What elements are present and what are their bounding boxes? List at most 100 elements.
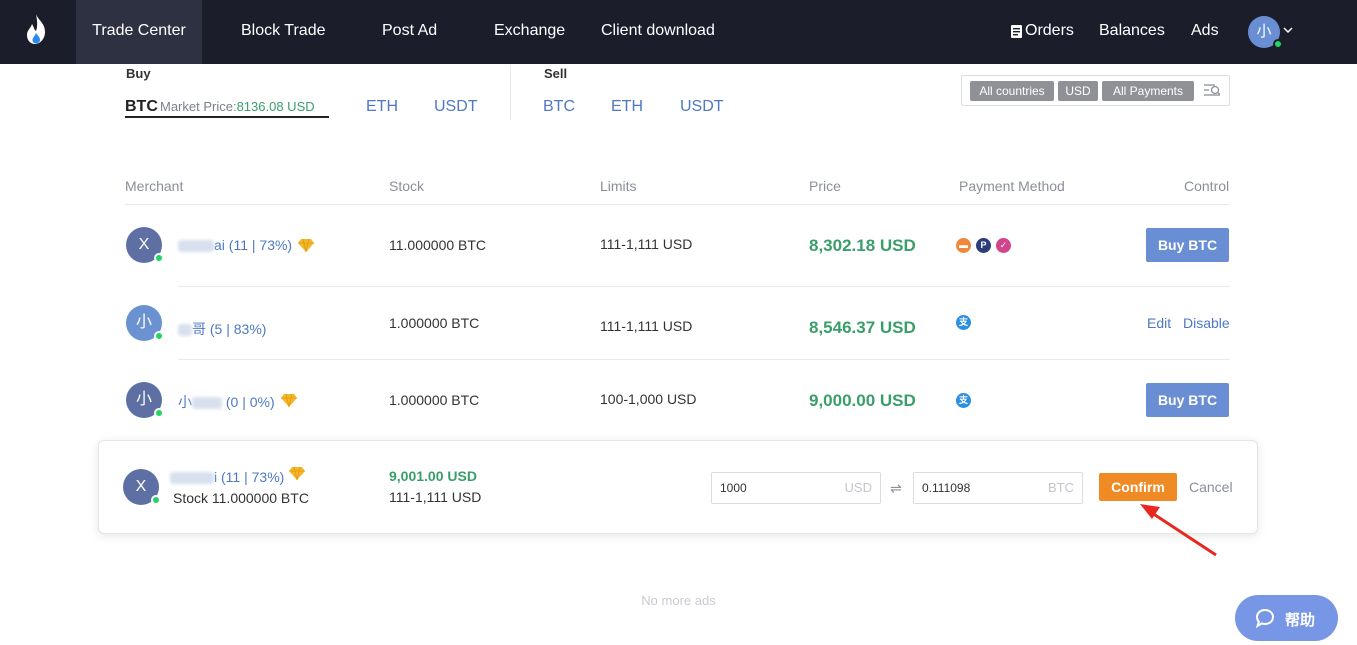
col-price: Price [809, 178, 841, 194]
diamond-icon [289, 466, 305, 480]
row-divider [178, 286, 1230, 287]
filter-payments[interactable]: All Payments [1102, 81, 1194, 101]
online-dot [154, 331, 164, 341]
nav-block-trade[interactable]: Block Trade [241, 0, 325, 64]
pink-pay-icon: ✓ [996, 238, 1011, 253]
merchant-name[interactable]: 哥 (5 | 83%) [178, 319, 266, 339]
top-nav: Trade Center Block Trade Post Ad Exchang… [0, 0, 1357, 64]
limits-value: 100-1,000 USD [600, 391, 697, 407]
merchant-stats: (11 | 73%) [228, 237, 293, 253]
nav-post-ad[interactable]: Post Ad [382, 0, 437, 64]
buy-btc-button[interactable]: Buy BTC [1146, 228, 1229, 262]
chevron-down-icon[interactable] [1282, 24, 1294, 36]
filter-country[interactable]: All countries [970, 81, 1054, 101]
tab-buy-eth[interactable]: ETH [366, 98, 398, 116]
merchant-avatar: X [126, 227, 164, 263]
sell-section-label: Sell [544, 66, 568, 81]
nav-balances[interactable]: Balances [1099, 0, 1165, 64]
nav-client-download[interactable]: Client download [601, 0, 715, 64]
limits-value: 111-1,111 USD [600, 236, 693, 252]
fiat-amount-value: 1000 [720, 481, 747, 495]
merchant-name[interactable]: 小 (0 | 0%) [178, 392, 275, 412]
bank-card-icon: ▬ [956, 238, 971, 253]
order-card [98, 440, 1258, 534]
header-divider [125, 204, 1230, 205]
limits-value: 111-1,111 USD [600, 318, 693, 334]
avatar-initial: X [135, 478, 147, 495]
tab-buy-btc[interactable]: BTC [125, 98, 158, 116]
merchant-name[interactable]: ai (11 | 73%) [178, 237, 292, 253]
search-filter-icon[interactable] [1203, 83, 1221, 99]
col-merchant: Merchant [125, 178, 184, 194]
buy-sell-divider [510, 66, 511, 120]
paypal-icon: P [976, 238, 991, 253]
online-dot [1273, 39, 1283, 49]
stock-value: 11.000000 BTC [389, 237, 487, 253]
market-price: Market Price:8136.08 USD [160, 99, 315, 114]
market-price-label: Market Price: [160, 99, 237, 114]
blurred-name [178, 324, 192, 337]
crypto-amount-input[interactable]: 0.111098 BTC [913, 472, 1083, 504]
cancel-button[interactable]: Cancel [1189, 479, 1233, 495]
tab-sell-usdt[interactable]: USDT [680, 98, 724, 116]
stock-value: 1.000000 BTC [389, 392, 480, 408]
buy-btc-button[interactable]: Buy BTC [1146, 383, 1229, 417]
merchant-stats: (5 | 83%) [209, 321, 267, 337]
edit-link[interactable]: Edit [1147, 315, 1171, 331]
order-stock: Stock 11.000000 BTC [173, 490, 309, 506]
nav-ads[interactable]: Ads [1191, 0, 1219, 64]
nav-orders[interactable]: Orders [1025, 0, 1074, 64]
online-dot [154, 408, 164, 418]
blurred-name [192, 397, 222, 410]
avatar-initial: 小 [135, 314, 152, 331]
diamond-icon [281, 393, 297, 407]
orders-doc-icon [1011, 25, 1022, 38]
alipay-icon: 支 [956, 393, 971, 408]
avatar-initial: X [138, 236, 150, 253]
col-payment-method: Payment Method [959, 178, 1065, 194]
disable-link[interactable]: Disable [1183, 315, 1230, 331]
merchant-name-tail: i [214, 469, 218, 485]
stock-value: 1.000000 BTC [389, 315, 480, 331]
filter-currency[interactable]: USD [1058, 81, 1098, 101]
fiat-amount-input[interactable]: 1000 USD [711, 472, 881, 504]
market-price-value: 8136.08 USD [236, 99, 315, 114]
merchant-avatar: X [123, 469, 161, 505]
online-dot [154, 253, 164, 263]
blurred-name [178, 240, 214, 253]
red-arrow-annotation [1140, 504, 1217, 557]
merchant-stats: (11 | 73%) [221, 469, 285, 485]
user-avatar-initial: 小 [1256, 23, 1272, 40]
huobi-flame-logo[interactable] [24, 13, 48, 45]
diamond-icon [298, 238, 314, 252]
merchant-stats: (0 | 0%) [225, 394, 275, 410]
merchant-avatar: 小 [126, 382, 164, 418]
crypto-unit: BTC [1048, 480, 1074, 495]
col-stock: Stock [389, 178, 425, 194]
order-merchant-name[interactable]: i (11 | 73%) [170, 469, 284, 485]
no-more-ads: No more ads [641, 593, 716, 608]
order-limits: 111-1,111 USD [389, 489, 482, 505]
active-tab-underline [125, 116, 329, 118]
nav-exchange[interactable]: Exchange [494, 0, 565, 64]
crypto-amount-value: 0.111098 [922, 481, 971, 495]
alipay-icon: 支 [956, 315, 971, 330]
fiat-unit: USD [844, 480, 872, 495]
user-avatar[interactable]: 小 [1248, 16, 1283, 49]
price-value: 8,302.18 USD [809, 236, 916, 255]
row-divider [178, 359, 1230, 360]
tab-sell-btc[interactable]: BTC [543, 98, 575, 116]
merchant-name-tail: 哥 [192, 321, 206, 337]
price-value: 9,000.00 USD [809, 391, 916, 410]
tab-buy-usdt[interactable]: USDT [434, 98, 478, 116]
col-limits: Limits [600, 178, 637, 194]
avatar-initial: 小 [135, 391, 152, 408]
merchant-avatar: 小 [126, 305, 164, 341]
tab-sell-eth[interactable]: ETH [611, 98, 643, 116]
help-button[interactable]: 帮助 [1235, 595, 1338, 641]
nav-trade-center[interactable]: Trade Center [76, 0, 202, 64]
merchant-name-tail: ai [214, 237, 225, 253]
order-price: 9,001.00 USD [389, 468, 477, 484]
chat-bubble-icon [1255, 608, 1275, 628]
swap-icon: ⇌ [890, 480, 902, 496]
